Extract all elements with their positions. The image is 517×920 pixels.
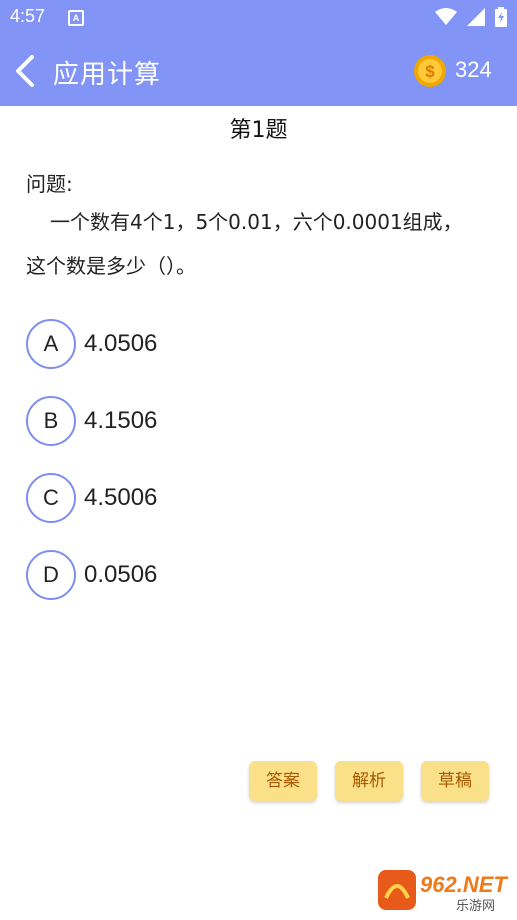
option-letter: D (26, 550, 76, 600)
option-d[interactable]: D 0.0506 (26, 550, 326, 602)
option-letter: C (26, 473, 76, 523)
option-text: 4.5006 (84, 484, 158, 511)
watermark-logo: 962.NET 乐游网 (378, 868, 513, 914)
notification-icon: A (68, 10, 84, 26)
option-text: 4.1506 (84, 407, 158, 434)
system-icons (435, 7, 507, 27)
toolbar: 应用计算 $ 324 (0, 36, 517, 106)
page-title: 应用计算 (53, 60, 162, 90)
question-text: 一个数有4个1，5个0.01，六个0.0001组成，这个数是多少（）。 (26, 210, 463, 278)
question-number: 第1题 (229, 118, 288, 143)
question-label: 问题: (26, 172, 73, 196)
coin-icon: $ (414, 55, 446, 87)
option-letter: A (26, 319, 76, 369)
watermark-main: 962.NET (420, 872, 508, 897)
answer-button[interactable]: 答案 (249, 761, 317, 801)
option-c[interactable]: C 4.5006 (26, 473, 326, 525)
wifi-icon (435, 8, 457, 25)
option-text: 4.0506 (84, 330, 158, 357)
draft-button[interactable]: 草稿 (421, 761, 489, 801)
back-arrow-icon[interactable] (12, 53, 40, 89)
option-letter: B (26, 396, 76, 446)
svg-text:$: $ (425, 62, 435, 81)
watermark-sub: 乐游网 (456, 899, 495, 914)
status-bar: 4:57 A (0, 0, 517, 36)
battery-icon (495, 7, 507, 27)
option-a[interactable]: A 4.0506 (26, 319, 326, 371)
option-text: 0.0506 (84, 561, 158, 588)
analysis-button[interactable]: 解析 (335, 761, 403, 801)
app-header: 4:57 A 应用计算 $ 324 (0, 0, 517, 106)
signal-icon (467, 8, 485, 26)
coin-count: 324 (455, 57, 492, 82)
status-time: 4:57 (10, 6, 46, 26)
option-b[interactable]: B 4.1506 (26, 396, 326, 448)
